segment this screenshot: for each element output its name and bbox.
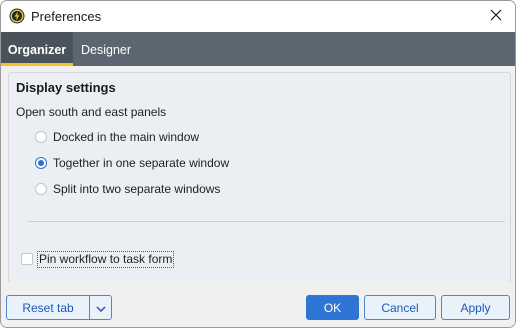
cancel-button[interactable]: Cancel [364,295,436,320]
pin-workflow-checkbox[interactable] [21,253,33,265]
divider [28,221,505,222]
radio-button-selected[interactable] [35,157,47,169]
chevron-down-icon [95,301,106,315]
tab-organizer[interactable]: Organizer [1,32,73,66]
lightning-bolt-icon [9,8,25,24]
pin-workflow-label: Pin workflow to task form [37,250,175,268]
reset-options-dropdown[interactable] [89,295,112,320]
title-bar: Preferences [1,1,515,32]
radio-together[interactable]: Together in one separate window [35,154,229,172]
preferences-dialog: Preferences Organizer Designer Display s… [0,0,516,328]
radio-button[interactable] [35,183,47,195]
apply-button[interactable]: Apply [441,295,510,320]
ok-button[interactable]: OK [306,295,359,320]
radio-split[interactable]: Split into two separate windows [35,180,220,198]
display-settings-panel: Display settings Open south and east pan… [8,72,511,284]
radio-label: Docked in the main window [53,130,200,144]
dialog-footer: Reset tab OK Cancel Apply [1,282,515,327]
reset-tab-button[interactable]: Reset tab [6,295,90,320]
radio-label: Split into two separate windows [53,182,221,196]
section-title: Display settings [16,80,116,95]
radio-docked[interactable]: Docked in the main window [35,128,199,146]
radio-label: Together in one separate window [53,156,230,170]
panels-group-label: Open south and east panels [16,105,167,119]
close-icon [490,9,502,24]
tab-designer[interactable]: Designer [75,32,137,66]
pin-workflow-option[interactable]: Pin workflow to task form [21,250,175,268]
close-button[interactable] [483,4,509,28]
tab-bar: Organizer Designer [1,32,515,66]
window-title: Preferences [31,9,102,24]
radio-button[interactable] [35,131,47,143]
